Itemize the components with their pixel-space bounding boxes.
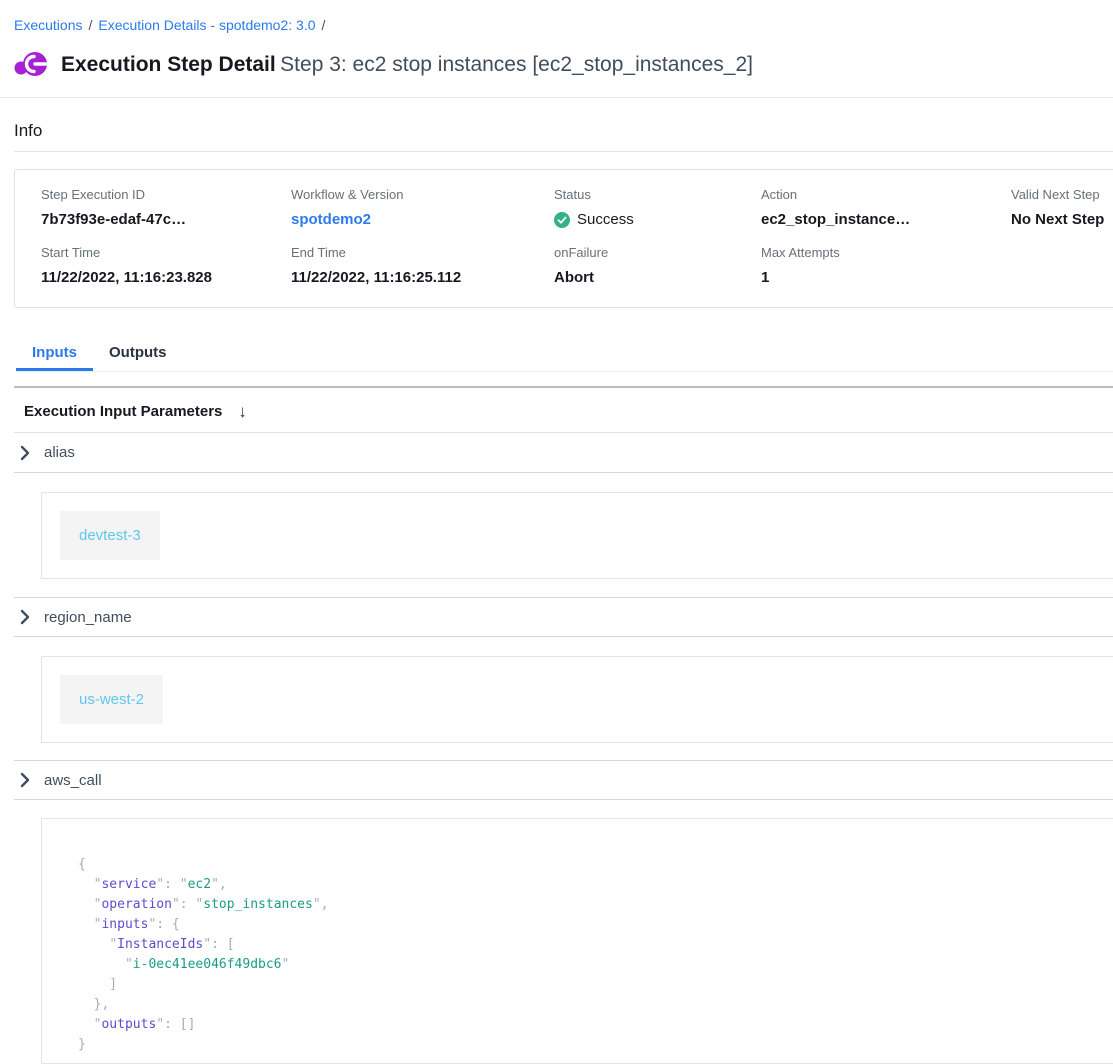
field-label: Status bbox=[554, 187, 761, 203]
tab-outputs[interactable]: Outputs bbox=[93, 344, 183, 371]
field-value: No Next Step bbox=[1011, 210, 1113, 229]
param-row-region-name[interactable]: region_name bbox=[14, 597, 1113, 637]
value-chip-region-name: us-west-2 bbox=[60, 675, 163, 724]
field-label: Start Time bbox=[41, 245, 291, 261]
success-check-icon bbox=[554, 212, 570, 228]
param-name: region_name bbox=[44, 609, 132, 626]
breadcrumb-separator: / bbox=[88, 17, 92, 33]
field-end-time: End Time 11/22/2022, 11:16:25.112 bbox=[291, 245, 554, 287]
breadcrumb-link-execution-details[interactable]: Execution Details - spotdemo2: 3.0 bbox=[98, 17, 315, 33]
aws-call-code: { "service": "ec2", "operation": "stop_i… bbox=[78, 855, 1100, 1055]
field-value: ec2_stop_instance… bbox=[761, 210, 1011, 229]
workflow-version-link[interactable]: spotdemo2 bbox=[291, 211, 371, 228]
param-value-panel-region-name: us-west-2 bbox=[41, 656, 1113, 743]
breadcrumb: Executions / Execution Details - spotdemo2… bbox=[14, 17, 1113, 34]
page-title: Execution Step Detail bbox=[61, 53, 276, 76]
field-label: Max Attempts bbox=[761, 245, 1011, 261]
field-value: Abort bbox=[554, 268, 761, 287]
param-row-aws-call[interactable]: aws_call bbox=[14, 760, 1113, 800]
tab-bar: Inputs Outputs bbox=[16, 344, 1113, 372]
status-text: Success bbox=[577, 210, 634, 229]
title-group: Execution Step Detail Step 3: ec2 stop i… bbox=[61, 48, 753, 82]
chevron-right-icon bbox=[20, 609, 30, 625]
field-status: Status Success bbox=[554, 187, 761, 229]
chevron-right-icon bbox=[20, 772, 30, 788]
field-step-execution-id: Step Execution ID 7b73f93e-edaf-47c… bbox=[41, 187, 291, 229]
field-value: 1 bbox=[761, 268, 1011, 287]
field-max-attempts: Max Attempts 1 bbox=[761, 245, 1011, 287]
field-value: 11/22/2022, 11:16:25.112 bbox=[291, 268, 554, 287]
execution-input-parameters-title: Execution Input Parameters bbox=[24, 403, 222, 420]
download-arrow-icon[interactable]: ↓ bbox=[238, 403, 247, 420]
execution-input-parameters-header: Execution Input Parameters ↓ bbox=[14, 388, 1113, 433]
chevron-right-icon bbox=[20, 445, 30, 461]
field-value: 11/22/2022, 11:16:23.828 bbox=[41, 268, 291, 287]
field-label: End Time bbox=[291, 245, 554, 261]
tab-inputs[interactable]: Inputs bbox=[16, 344, 93, 371]
param-row-alias[interactable]: alias bbox=[14, 433, 1113, 473]
value-chip-alias: devtest-3 bbox=[60, 511, 160, 560]
param-value-panel-alias: devtest-3 bbox=[41, 492, 1113, 579]
field-value: 7b73f93e-edaf-47c… bbox=[41, 210, 291, 229]
page-header: Executions / Execution Details - spotdemo2… bbox=[0, 17, 1113, 98]
info-section-header: Info bbox=[14, 98, 1113, 152]
field-onfailure: onFailure Abort bbox=[554, 245, 761, 287]
field-start-time: Start Time 11/22/2022, 11:16:23.828 bbox=[41, 245, 291, 287]
param-name: aws_call bbox=[44, 772, 102, 789]
param-value-panel-aws-call: { "service": "ec2", "operation": "stop_i… bbox=[41, 818, 1113, 1064]
field-valid-next-step: Valid Next Step No Next Step bbox=[1011, 187, 1113, 229]
field-label: Action bbox=[761, 187, 1011, 203]
app-logo-icon bbox=[14, 51, 48, 79]
field-workflow-version: Workflow & Version spotdemo2 bbox=[291, 187, 554, 229]
breadcrumb-separator: / bbox=[322, 17, 326, 33]
field-label: Workflow & Version bbox=[291, 187, 554, 203]
page-subtitle: Step 3: ec2 stop instances [ec2_stop_ins… bbox=[280, 53, 753, 76]
info-card: Step Execution ID 7b73f93e-edaf-47c… Wor… bbox=[14, 169, 1113, 308]
execution-step-detail-page: Executions / Execution Details - spotdemo2… bbox=[0, 0, 1113, 1064]
breadcrumb-link-executions[interactable]: Executions bbox=[14, 17, 82, 33]
field-label: onFailure bbox=[554, 245, 761, 261]
param-name: alias bbox=[44, 444, 75, 461]
info-section-title: Info bbox=[14, 121, 42, 140]
field-action: Action ec2_stop_instance… bbox=[761, 187, 1011, 229]
field-label: Step Execution ID bbox=[41, 187, 291, 203]
field-label: Valid Next Step bbox=[1011, 187, 1113, 203]
